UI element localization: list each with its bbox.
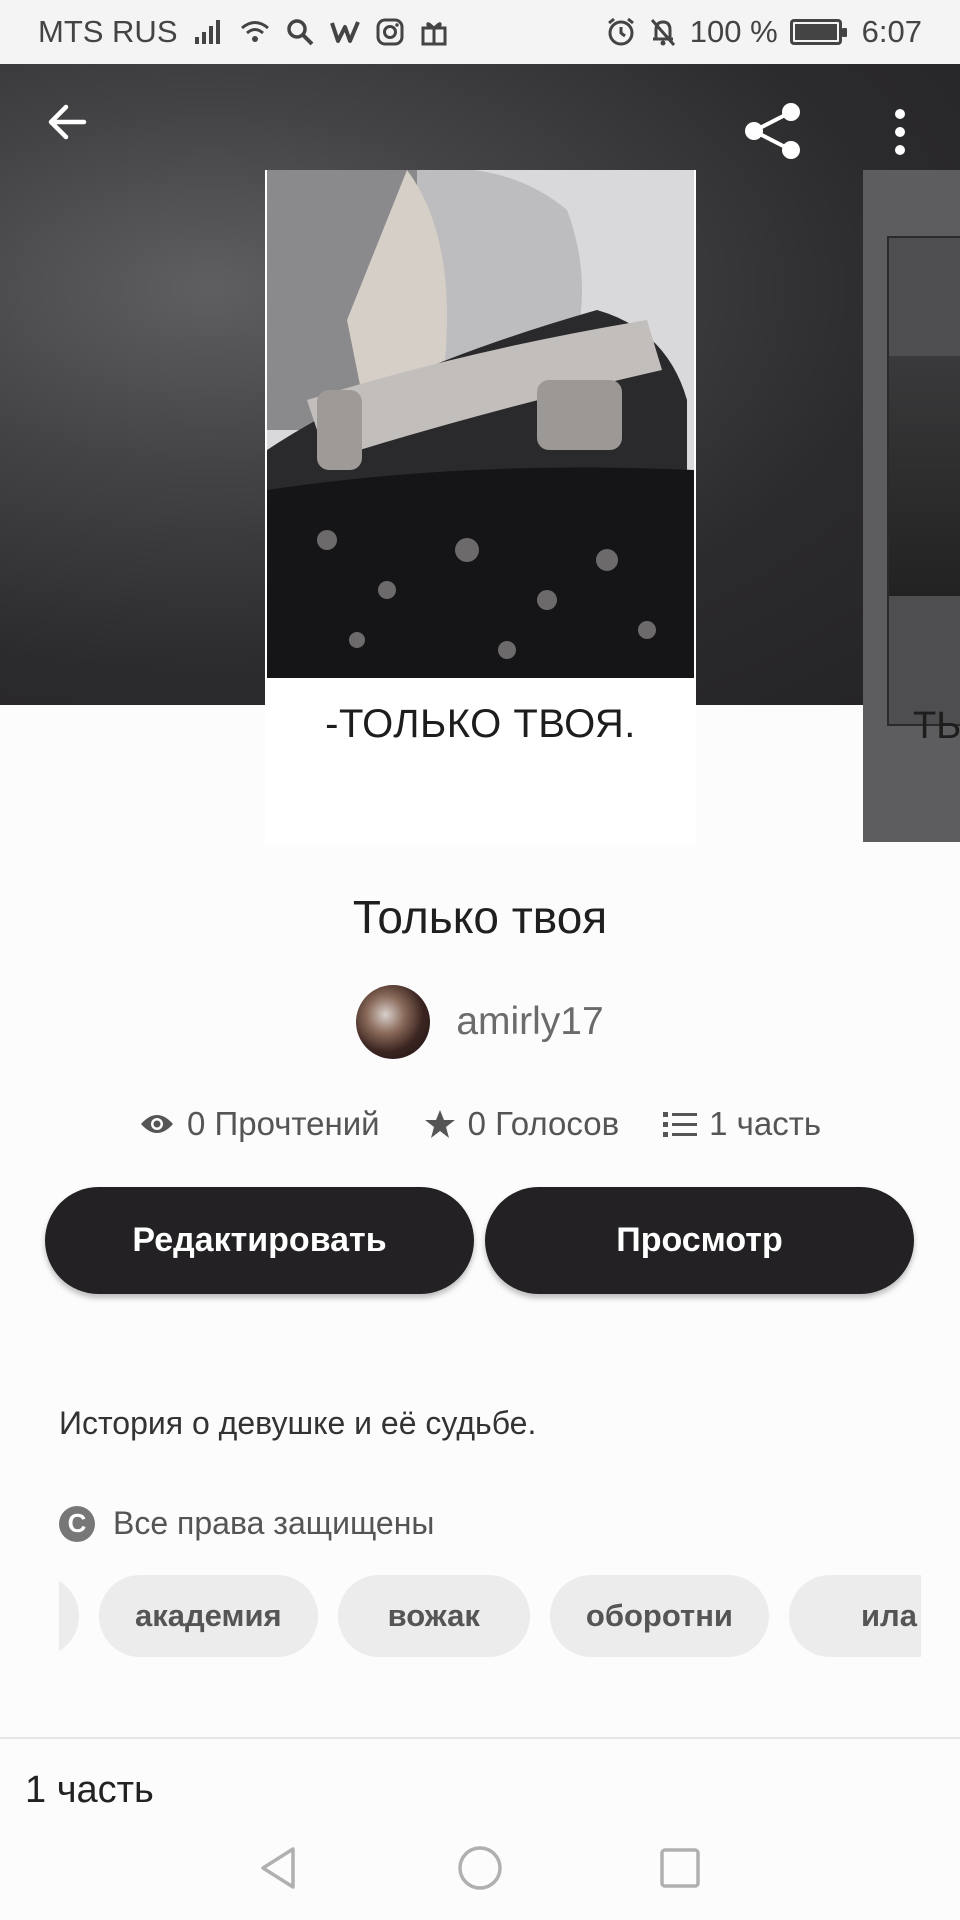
cover-title-text: -ТОЛЬКО ТВОЯ. bbox=[325, 702, 636, 746]
view-button[interactable]: Просмотр bbox=[485, 1187, 914, 1294]
wattpad-icon bbox=[329, 19, 360, 45]
next-cover-text: ТЬ bbox=[913, 705, 960, 747]
more-options-button[interactable] bbox=[884, 104, 916, 160]
wifi-icon bbox=[240, 19, 270, 45]
clock-time: 6:07 bbox=[861, 14, 922, 49]
bell-off-icon bbox=[648, 17, 678, 47]
nav-home-icon[interactable] bbox=[455, 1843, 505, 1893]
tag-chip[interactable] bbox=[59, 1575, 79, 1657]
copyright-text: Все права защищены bbox=[113, 1505, 435, 1541]
book-cover[interactable]: -ТОЛЬКО ТВОЯ. bbox=[265, 170, 696, 845]
carrier-label: MTS RUS bbox=[38, 14, 178, 49]
battery-percent: 100 % bbox=[689, 14, 778, 49]
author-name[interactable]: amirly17 bbox=[456, 1000, 603, 1044]
status-bar: MTS RUS 100 % 6:07 bbox=[0, 0, 960, 64]
arrow-left-icon bbox=[48, 104, 87, 140]
next-book-cover[interactable]: ТЬ bbox=[863, 170, 960, 842]
story-title: Только твоя bbox=[352, 891, 608, 943]
nav-recents-icon[interactable] bbox=[655, 1843, 705, 1893]
votes-count: 0 Голосов bbox=[467, 1105, 620, 1142]
search-icon bbox=[286, 18, 314, 46]
more-vertical-icon bbox=[895, 109, 905, 155]
story-stats: 0 Прочтений 0 Голосов 1 часть bbox=[0, 1105, 960, 1143]
eye-icon bbox=[140, 1115, 173, 1133]
share-button[interactable] bbox=[742, 100, 804, 162]
author-row[interactable]: amirly17 bbox=[0, 985, 960, 1059]
copyright-icon: C bbox=[59, 1505, 95, 1542]
story-description: История о девушке и её судьбе. bbox=[59, 1405, 537, 1441]
parts-count: 1 часть bbox=[709, 1105, 822, 1142]
next-cover-frame bbox=[887, 236, 960, 726]
tag-chip[interactable]: оборотни bbox=[549, 1575, 769, 1657]
star-icon bbox=[424, 1110, 455, 1138]
tags-scroller[interactable]: академия вожак оборотни ила bbox=[59, 1575, 921, 1659]
list-icon bbox=[663, 1112, 698, 1137]
avatar[interactable] bbox=[356, 985, 431, 1059]
instagram-icon bbox=[376, 18, 404, 46]
parts-label: 1 часть bbox=[25, 1769, 154, 1811]
copyright-row: C Все права защищены bbox=[59, 1505, 434, 1542]
cover-photo bbox=[267, 170, 694, 678]
signal-icon bbox=[194, 19, 224, 45]
battery-icon bbox=[789, 19, 847, 45]
tag-chip[interactable]: вожак bbox=[337, 1575, 530, 1657]
parts-stat: 1 часть bbox=[663, 1105, 821, 1143]
back-button[interactable] bbox=[44, 98, 92, 146]
system-nav-bar bbox=[0, 1815, 960, 1920]
tag-chip[interactable]: ила bbox=[788, 1575, 921, 1657]
alarm-icon bbox=[606, 17, 636, 47]
votes-stat: 0 Голосов bbox=[424, 1105, 620, 1143]
nav-back-icon[interactable] bbox=[255, 1843, 305, 1893]
share-icon bbox=[745, 103, 800, 159]
reads-count: 0 Прочтений bbox=[186, 1105, 380, 1142]
reads-stat: 0 Прочтений bbox=[139, 1105, 380, 1143]
edit-button[interactable]: Редактировать bbox=[45, 1187, 474, 1294]
next-cover-photo bbox=[889, 356, 960, 596]
gift-icon bbox=[420, 18, 448, 46]
tag-chip[interactable]: академия bbox=[99, 1575, 318, 1657]
tags-list: академия вожак оборотни ила bbox=[59, 1575, 921, 1657]
